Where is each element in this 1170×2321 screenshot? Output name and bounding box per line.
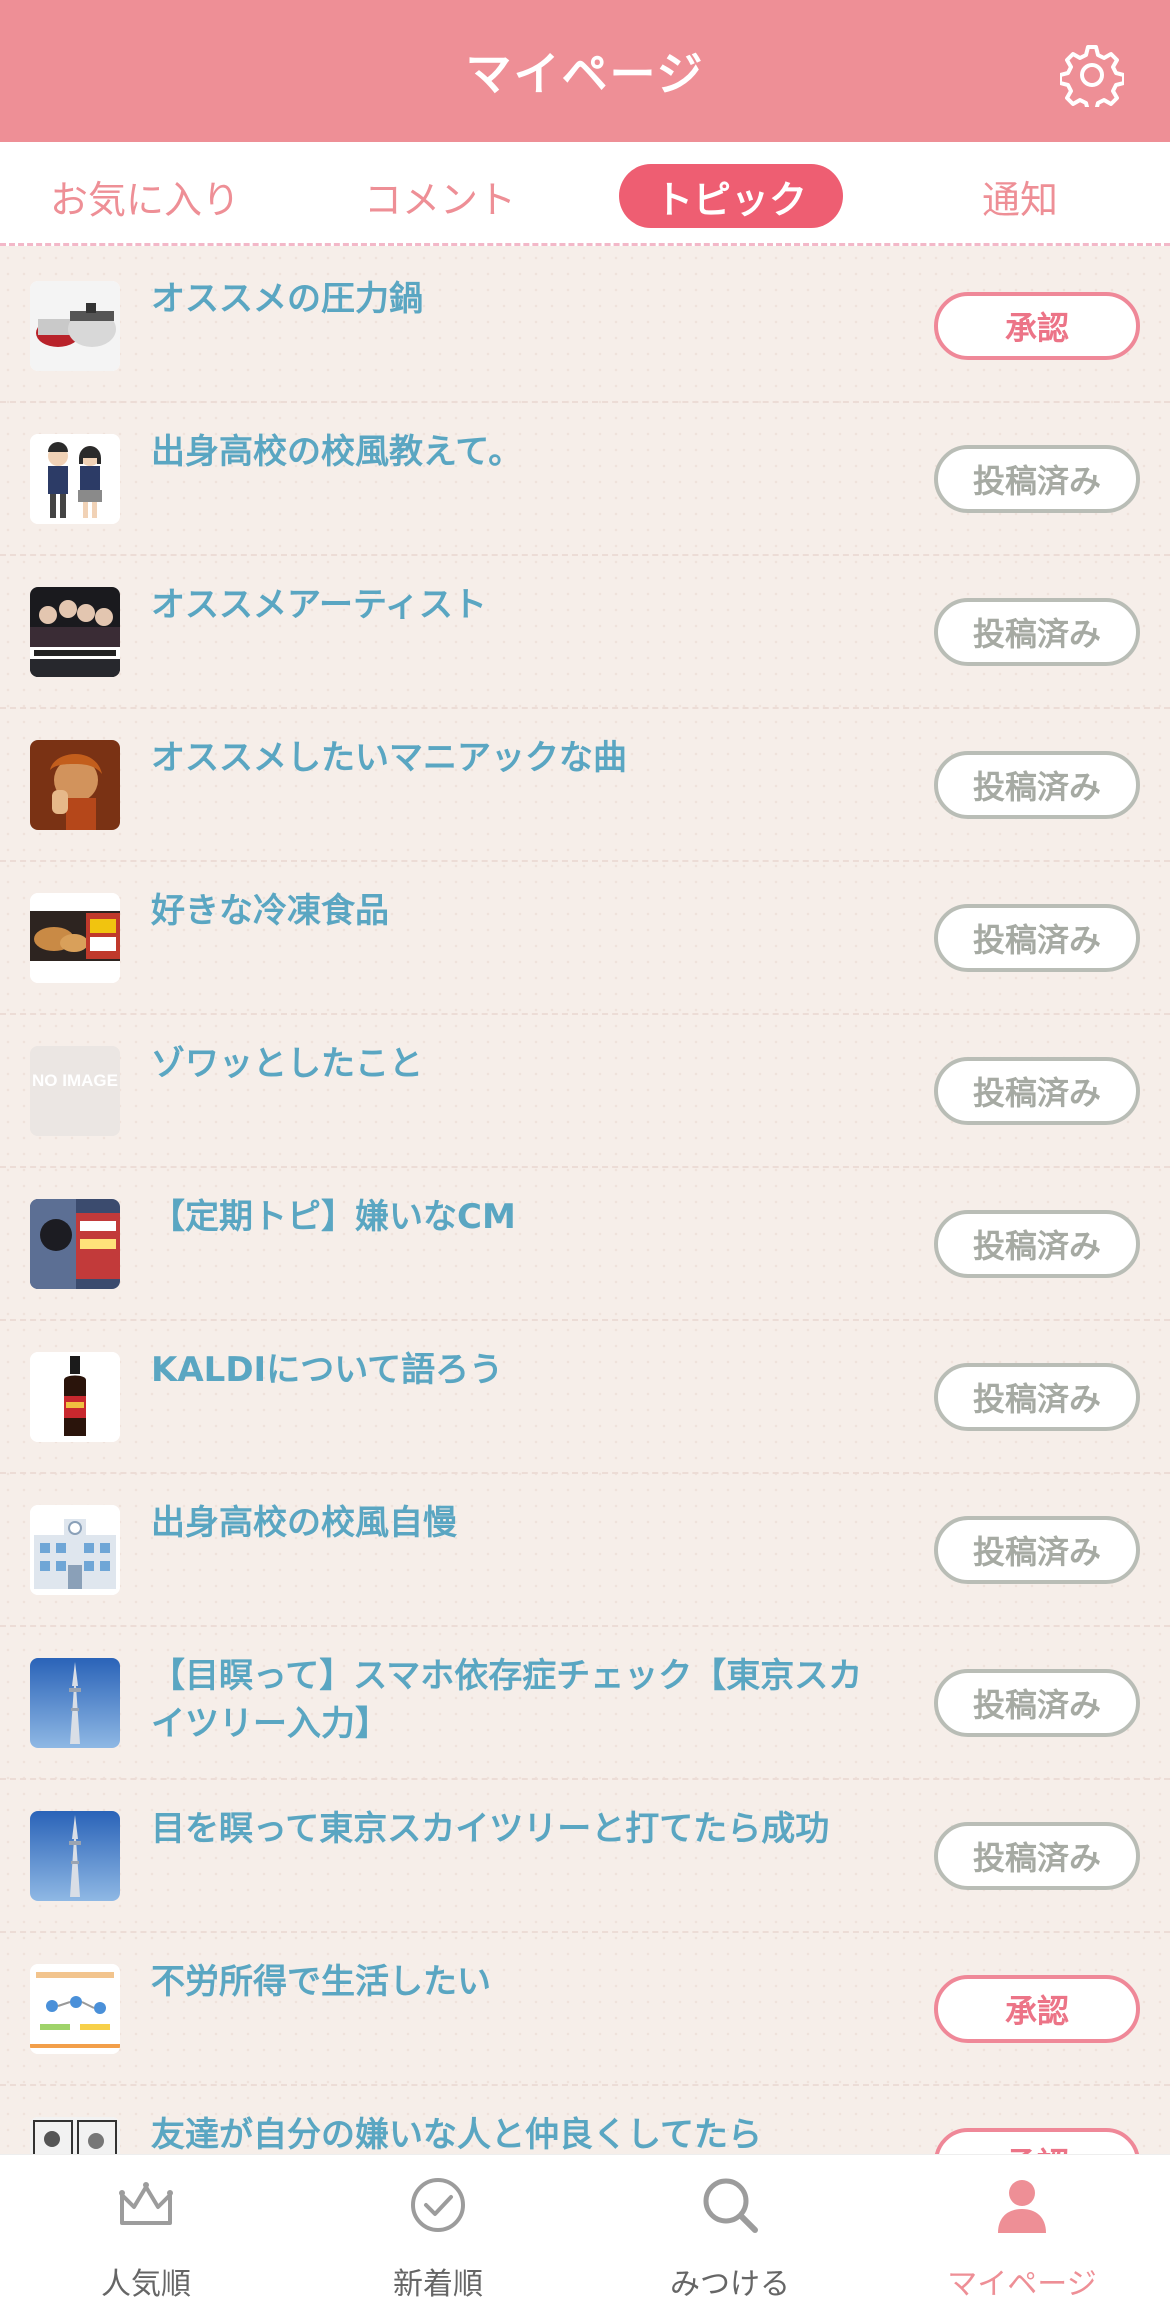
topic-title: KALDIについて語ろう (151, 1350, 504, 1390)
tab-notifications[interactable]: 通知 (930, 164, 1110, 228)
manga-thumbnail (30, 2117, 120, 2154)
no-image-thumbnail: NO IMAGE (30, 1046, 120, 1136)
approve-button[interactable]: 承認 (934, 1975, 1140, 2043)
tab-bar: お気に入り コメント トピック 通知 (0, 142, 1170, 246)
list-item[interactable]: 友達が自分の嫌いな人と仲良くしてたら 承認 (0, 2086, 1170, 2154)
clock-icon (411, 2178, 465, 2232)
topic-title: 友達が自分の嫌いな人と仲良くしてたら (151, 2115, 762, 2154)
topic-title: 【目瞑って】スマホ依存症チェック【東京スカイツリー入力】 (151, 1656, 863, 1744)
frozen-food-thumbnail (30, 893, 120, 983)
band-photo-thumbnail (30, 587, 120, 677)
no-image-text: NO IMAGE (32, 1071, 118, 1090)
list-item[interactable]: 【定期トピ】嫌いなCM 投稿済み (0, 1168, 1170, 1321)
bottle-thumbnail (30, 1352, 120, 1442)
topic-title: オススメアーティスト (151, 585, 487, 625)
page-title: マイページ (465, 47, 705, 101)
topic-title: 出身高校の校風教えて。 (151, 432, 523, 472)
posted-status-button[interactable]: 投稿済み (934, 1516, 1140, 1584)
topic-title: ゾワッとしたこと (151, 1044, 423, 1084)
topic-title: オススメの圧力鍋 (151, 279, 423, 319)
pressure-cooker-thumbnail (30, 281, 120, 371)
nav-mypage-label: マイページ (947, 2267, 1097, 2302)
topic-list: オススメの圧力鍋 承認 出身高校の校風教えて。 投稿済み オススメアーティスト … (0, 250, 1170, 2154)
bottom-nav: 人気順 新着順 みつける マイページ (0, 2154, 1170, 2321)
list-item[interactable]: KALDIについて語ろう 投稿済み (0, 1321, 1170, 1474)
nav-search[interactable]: みつける (584, 2155, 876, 2321)
posted-status-button[interactable]: 投稿済み (934, 1669, 1140, 1737)
list-item[interactable]: オススメアーティスト 投稿済み (0, 556, 1170, 709)
posted-status-button[interactable]: 投稿済み (934, 904, 1140, 972)
posted-status-button[interactable]: 投稿済み (934, 1057, 1140, 1125)
school-building-thumbnail (30, 1505, 120, 1595)
list-item[interactable]: 不労所得で生活したい 承認 (0, 1933, 1170, 2086)
singer-photo-thumbnail (30, 740, 120, 830)
list-item[interactable]: オススメの圧力鍋 承認 (0, 250, 1170, 403)
diagram-thumbnail (30, 1964, 120, 2054)
nav-newest[interactable]: 新着順 (292, 2155, 584, 2321)
posted-status-button[interactable]: 投稿済み (934, 445, 1140, 513)
topic-title: 目を瞑って東京スカイツリーと打てたら成功 (151, 1809, 830, 1849)
gear-icon[interactable] (1060, 43, 1124, 107)
topic-title: 好きな冷凍食品 (151, 891, 389, 931)
students-thumbnail (30, 434, 120, 524)
approve-button[interactable]: 承認 (934, 292, 1140, 360)
crown-icon (119, 2182, 173, 2225)
cm-photo-thumbnail (30, 1199, 120, 1289)
nav-search-label: みつける (670, 2267, 790, 2302)
list-item[interactable]: 目を瞑って東京スカイツリーと打てたら成功 投稿済み (0, 1780, 1170, 1933)
skytree-thumbnail (30, 1658, 120, 1748)
approve-button[interactable]: 承認 (934, 2128, 1140, 2154)
nav-popular[interactable]: 人気順 (0, 2155, 292, 2321)
topic-title: 出身高校の校風自慢 (151, 1503, 457, 1543)
list-item[interactable]: オススメしたいマニアックな曲 投稿済み (0, 709, 1170, 862)
list-item[interactable]: 出身高校の校風教えて。 投稿済み (0, 403, 1170, 556)
nav-popular-label: 人気順 (101, 2267, 191, 2302)
posted-status-button[interactable]: 投稿済み (934, 1363, 1140, 1431)
posted-status-button[interactable]: 投稿済み (934, 598, 1140, 666)
search-icon (703, 2178, 758, 2233)
app-header: マイページ (0, 0, 1170, 142)
nav-newest-label: 新着順 (393, 2267, 483, 2302)
skytree-thumbnail (30, 1811, 120, 1901)
topic-title: 不労所得で生活したい (151, 1962, 491, 2002)
topic-title: 【定期トピ】嫌いなCM (151, 1197, 516, 1237)
list-item[interactable]: 好きな冷凍食品 投稿済み (0, 862, 1170, 1015)
tab-comments[interactable]: コメント (325, 164, 555, 228)
tab-topics[interactable]: トピック (619, 164, 843, 228)
tab-favorites[interactable]: お気に入り (30, 164, 260, 228)
list-item[interactable]: 出身高校の校風自慢 投稿済み (0, 1474, 1170, 1627)
posted-status-button[interactable]: 投稿済み (934, 1210, 1140, 1278)
person-icon (998, 2180, 1046, 2233)
posted-status-button[interactable]: 投稿済み (934, 1822, 1140, 1890)
nav-mypage[interactable]: マイページ (876, 2155, 1168, 2321)
posted-status-button[interactable]: 投稿済み (934, 751, 1140, 819)
list-item[interactable]: NO IMAGE ゾワッとしたこと 投稿済み (0, 1015, 1170, 1168)
list-item[interactable]: 【目瞑って】スマホ依存症チェック【東京スカイツリー入力】 投稿済み (0, 1627, 1170, 1780)
topic-title: オススメしたいマニアックな曲 (151, 738, 627, 778)
